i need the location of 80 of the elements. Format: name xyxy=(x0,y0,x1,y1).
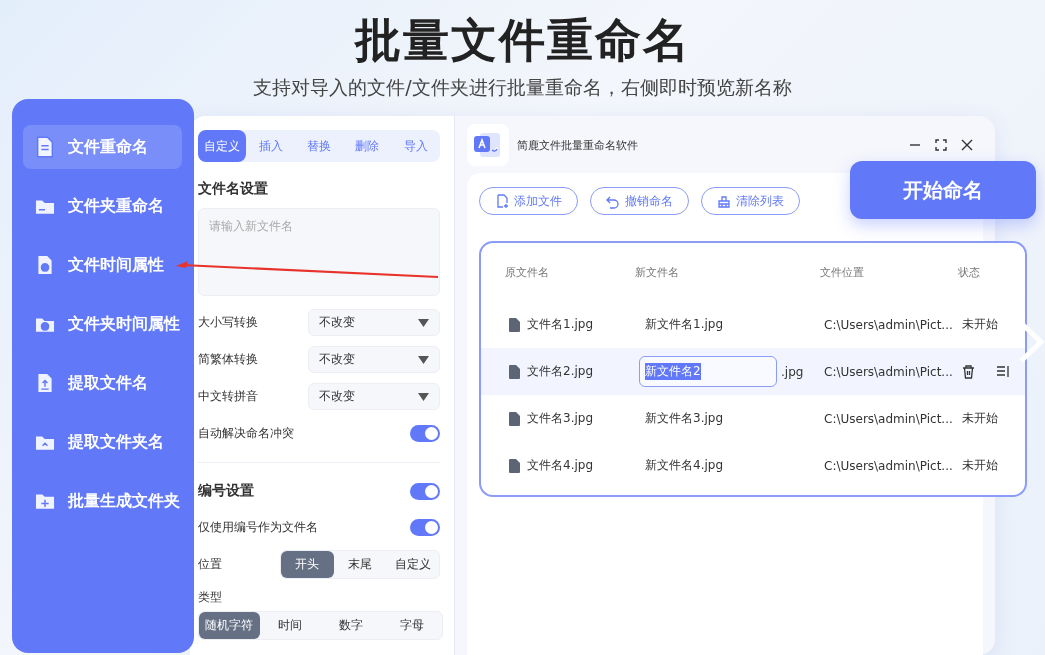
tab[interactable]: 导入 xyxy=(391,130,441,162)
table-cell: 文件名1.jpg xyxy=(527,316,594,333)
segment-option[interactable]: 自定义 xyxy=(386,551,439,578)
column-header: 文件位置 xyxy=(820,264,865,280)
caret-icon xyxy=(418,318,429,327)
dropdown[interactable]: 不改变 xyxy=(308,383,440,410)
segment-option[interactable]: 随机字符 xyxy=(199,612,260,639)
sidebar-item[interactable]: 文件重命名 xyxy=(23,125,182,169)
dropdown[interactable]: 不改变 xyxy=(308,309,440,336)
segment-option[interactable]: 开头 xyxy=(281,551,334,578)
table-cell: 文件名3.jpg xyxy=(527,410,594,427)
table-cell-text: C:\Users\admin\Pict... xyxy=(824,364,954,379)
column-header: 原文件名 xyxy=(505,264,550,280)
section-title: 文件名设置 xyxy=(198,180,268,198)
column-header: 新文件名 xyxy=(635,264,680,280)
app-logo xyxy=(467,124,509,166)
file-icon xyxy=(509,364,520,379)
status-text: 未开始 xyxy=(962,457,999,474)
toggle-switch[interactable] xyxy=(410,519,440,536)
table-cell: 文件名2.jpg xyxy=(527,363,594,380)
table-row[interactable]: 文件名1.jpg 新文件名1.jpg C:\Users\admin\Pict... 未开始 xyxy=(481,301,1025,348)
option-label: 仅使用编号作为文件名 xyxy=(198,519,318,536)
caret-icon xyxy=(418,355,429,364)
table-cell-text: C:\Users\admin\Pict... xyxy=(824,458,954,473)
file-icon xyxy=(509,317,520,332)
option-label: 位置 xyxy=(198,556,222,573)
segment-option[interactable]: 末尾 xyxy=(333,551,387,578)
section-title: 编号设置 xyxy=(198,482,254,500)
menu-icon[interactable] xyxy=(997,366,1009,377)
sidebar-item[interactable]: 批量生成文件夹 xyxy=(23,479,183,523)
table-row[interactable]: 文件名4.jpg 新文件名4.jpg C:\Users\admin\Pict... 未开始 xyxy=(481,442,1025,489)
table-cell-text: 新文件名1.jpg xyxy=(644,316,724,333)
app-title: 简鹿文件批量重命名软件 xyxy=(517,137,639,153)
tab[interactable]: 删除 xyxy=(343,130,392,162)
sidebar-item[interactable]: 文件时间属性 xyxy=(23,243,183,287)
table-cell-text: 新文件名4.jpg xyxy=(644,457,724,474)
close-icon[interactable] xyxy=(961,139,973,151)
option-label: 简繁体转换 xyxy=(198,351,258,368)
add-file-icon xyxy=(495,193,509,209)
sidebar-item[interactable]: 提取文件夹名 xyxy=(23,420,183,464)
table-cell-text: C:\Users\admin\Pict... xyxy=(824,317,954,332)
toolbar-button[interactable]: 清除列表 xyxy=(701,187,800,215)
status-text: 未开始 xyxy=(962,316,999,333)
start-rename-button[interactable]: 开始命名 xyxy=(850,161,1036,219)
sidebar-item[interactable]: 文件夹重命名 xyxy=(23,184,183,228)
tab[interactable]: 插入 xyxy=(246,130,295,162)
table-cell-text: C:\Users\admin\Pict... xyxy=(824,411,954,426)
chevron-right-icon[interactable] xyxy=(1017,320,1045,364)
segment-option[interactable]: 字母 xyxy=(381,612,442,639)
caret-icon xyxy=(418,392,429,401)
toggle-switch[interactable] xyxy=(410,425,440,442)
column-header: 状态 xyxy=(958,264,981,280)
segment-option[interactable]: 时间 xyxy=(259,612,321,639)
rename-input[interactable]: 新文件名2 xyxy=(639,356,777,387)
trash-icon[interactable] xyxy=(962,364,975,379)
extension-text: .jpg xyxy=(781,364,804,379)
sidebar-item[interactable]: 文件夹时间属性 xyxy=(23,302,183,346)
page-title: 批量文件重命名 xyxy=(354,12,691,68)
dropdown[interactable]: 不改变 xyxy=(308,346,440,373)
segment-option[interactable]: 数字 xyxy=(320,612,382,639)
maximize-icon[interactable] xyxy=(935,139,947,151)
page-subtitle: 支持对导入的文件/文件夹进行批量重命名，右侧即时预览新名称 xyxy=(253,75,792,100)
toolbar-button[interactable]: 撤销命名 xyxy=(590,187,689,215)
option-label: 中文转拼音 xyxy=(198,388,258,405)
option-label: 类型 xyxy=(198,588,222,606)
file-icon xyxy=(509,411,520,426)
table-row[interactable]: 文件名3.jpg 新文件名3.jpg C:\Users\admin\Pict... 未开始 xyxy=(481,395,1025,442)
toggle-switch[interactable] xyxy=(410,482,440,500)
option-label: 自动解决命名冲突 xyxy=(198,425,294,442)
option-label: 大小写转换 xyxy=(198,314,258,331)
toolbar-button[interactable]: 添加文件 xyxy=(479,187,578,215)
table-cell-text: 新文件名3.jpg xyxy=(644,410,724,427)
file-icon xyxy=(509,458,520,473)
filename-textarea[interactable]: 请输入新文件名 xyxy=(198,208,440,296)
status-text: 未开始 xyxy=(962,410,999,427)
sidebar-item[interactable]: 提取文件名 xyxy=(23,361,183,405)
table-cell: 文件名4.jpg xyxy=(527,457,594,474)
tab[interactable]: 替换 xyxy=(294,130,344,162)
table-row[interactable]: 文件名2.jpg 新文件名2 .jpg C:\Users\admin\Pict... xyxy=(481,348,1025,395)
tab[interactable]: 自定义 xyxy=(198,130,247,162)
